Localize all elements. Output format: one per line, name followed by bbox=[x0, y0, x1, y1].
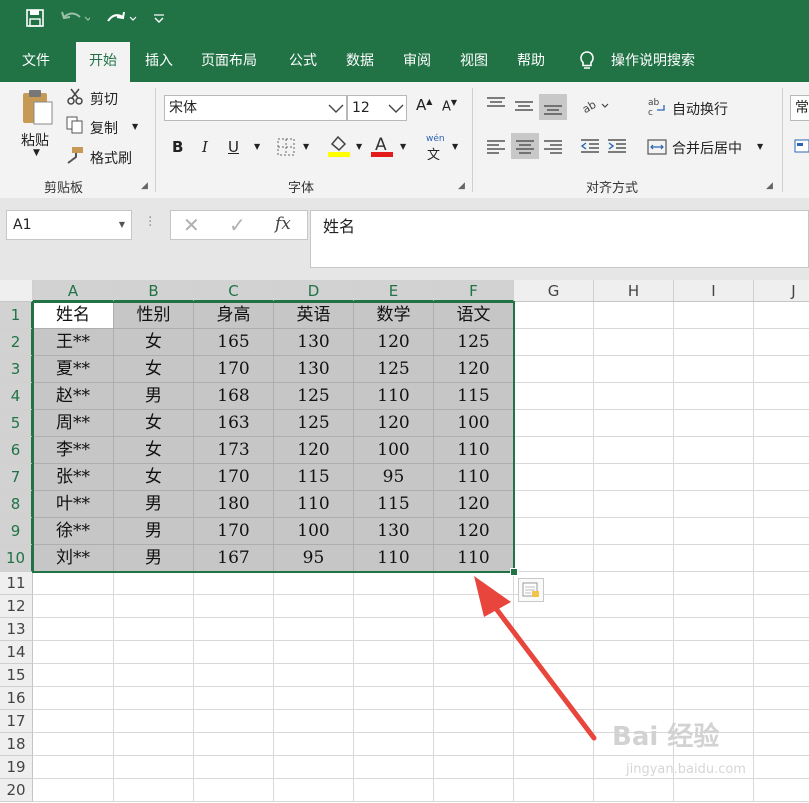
annotation-arrow bbox=[474, 576, 597, 741]
watermark-url: jingyan.baidu.com bbox=[626, 762, 746, 777]
watermark: Bai 经验 bbox=[612, 722, 720, 752]
